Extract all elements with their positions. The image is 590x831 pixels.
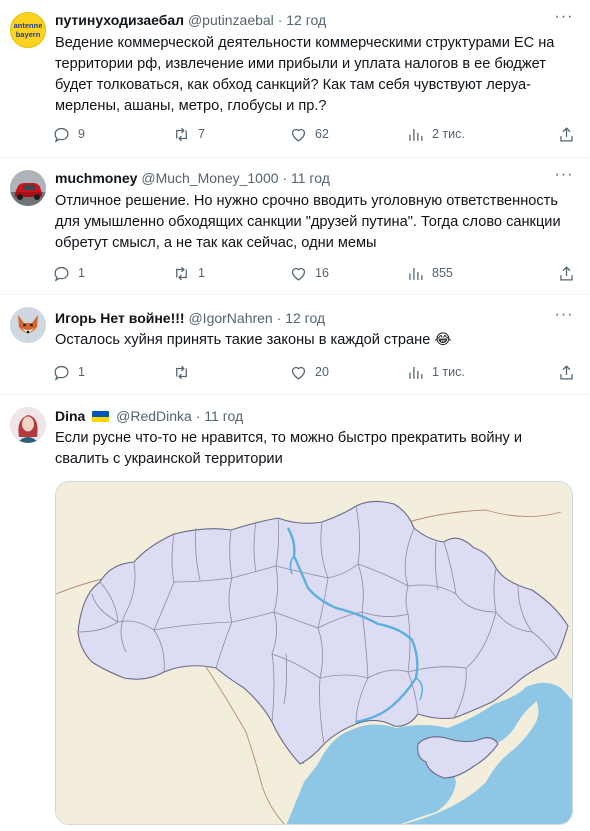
tweet[interactable]: antenne bayern путинуходизаебал @putinza… [0,0,590,158]
heart-icon [291,128,306,142]
views-button[interactable]: 2 тис. [406,124,465,144]
like-count: 20 [315,365,329,379]
timestamp[interactable]: 12 год [286,12,326,28]
ukraine-flag-icon [92,411,110,422]
timestamp[interactable]: 11 год [204,408,243,424]
share-button[interactable] [557,263,576,283]
avatar[interactable] [10,407,46,443]
tweet-image-map[interactable] [55,481,573,825]
more-icon[interactable]: ··· [554,167,574,188]
timestamp[interactable]: 11 год [291,170,330,186]
tweet[interactable]: Игорь Нет войне!!! @IgorNahren · 12 год … [0,295,590,395]
retweet-icon [176,266,187,280]
reply-button[interactable]: 1 [52,362,85,382]
display-name[interactable]: muchmoney [55,170,137,186]
user-handle[interactable]: @IgorNahren [188,310,272,326]
reply-count: 1 [78,365,85,379]
reply-count: 1 [78,266,85,280]
woman-avatar-image [10,407,46,443]
views-button[interactable]: 855 [406,263,453,283]
tweet-text: Отличное решение. Но нужно срочно вводит… [55,193,565,251]
display-name[interactable]: Dina [55,408,85,424]
user-handle[interactable]: @RedDinka [116,408,192,424]
retweet-button[interactable] [172,362,198,382]
reply-count: 9 [78,127,85,141]
retweet-icon [176,127,187,141]
like-count: 16 [315,266,329,280]
ukraine-map-image [56,482,572,824]
car-avatar-image [10,170,46,206]
retweet-icon [176,365,187,379]
fox-avatar-image [10,307,46,343]
tweet-text: Осталось хуйня принять такие законы в ка… [55,332,452,348]
reply-icon [54,127,69,143]
reply-icon [54,266,69,282]
avatar[interactable] [10,307,46,343]
share-button[interactable] [557,124,576,144]
tweet-header: Dina @RedDinka · 11 год [55,406,243,426]
retweet-count: 7 [198,127,205,141]
like-count: 62 [315,127,329,141]
share-icon [560,126,573,141]
like-button[interactable]: 20 [289,362,329,382]
like-button[interactable]: 16 [289,263,329,283]
tweet-text: Если русне что-то не нравится, то можно … [55,430,527,467]
views-icon [409,366,423,379]
views-icon [409,267,423,280]
avatar-logo-text-bottom: bayern [15,30,41,39]
user-handle[interactable]: @Much_Money_1000 [141,170,278,186]
avatar[interactable]: antenne bayern [10,12,46,48]
share-icon [560,265,573,280]
tweet-actions: 1 1 16 855 [52,263,582,283]
separator: · [277,12,283,28]
reply-button[interactable]: 1 [52,263,85,283]
retweet-count: 1 [198,266,205,280]
reply-icon [54,365,69,381]
views-button[interactable]: 1 тис. [406,362,465,382]
timestamp[interactable]: 12 год [285,310,325,326]
tweet-header: путинуходизаебал @putinzaebal · 12 год [55,10,326,30]
like-button[interactable]: 62 [289,124,329,144]
separator: · [282,170,288,186]
user-handle[interactable]: @putinzaebal [188,12,274,28]
more-icon[interactable]: ··· [554,9,574,30]
retweet-button[interactable]: 1 [172,263,205,283]
separator: · [195,408,201,424]
heart-icon [291,366,306,380]
more-icon[interactable]: ··· [554,307,574,328]
separator: · [276,310,282,326]
avatar-logo-text-top: antenne [13,21,43,30]
heart-icon [291,267,306,281]
display-name[interactable]: Игорь Нет войне!!! [55,310,185,326]
retweet-button[interactable]: 7 [172,124,205,144]
tweet-header: muchmoney @Much_Money_1000 · 11 год [55,168,330,188]
views-count: 2 тис. [432,127,465,141]
display-name[interactable]: путинуходизаебал [55,12,184,28]
tweet-header: Игорь Нет войне!!! @IgorNahren · 12 год [55,308,325,328]
tweet[interactable]: muchmoney @Much_Money_1000 · 11 год ··· … [0,158,590,295]
tweet-actions: 1 20 1 тис. [52,362,582,382]
share-button[interactable] [557,362,576,382]
reply-button[interactable]: 9 [52,124,85,144]
tweet-text: Ведение коммерческой деятельности коммер… [55,35,559,114]
views-count: 855 [432,266,453,280]
views-icon [409,128,423,141]
avatar[interactable] [10,170,46,206]
share-icon [560,364,573,379]
views-count: 1 тис. [432,365,465,379]
tweet-actions: 9 7 62 2 тис. [52,124,582,144]
